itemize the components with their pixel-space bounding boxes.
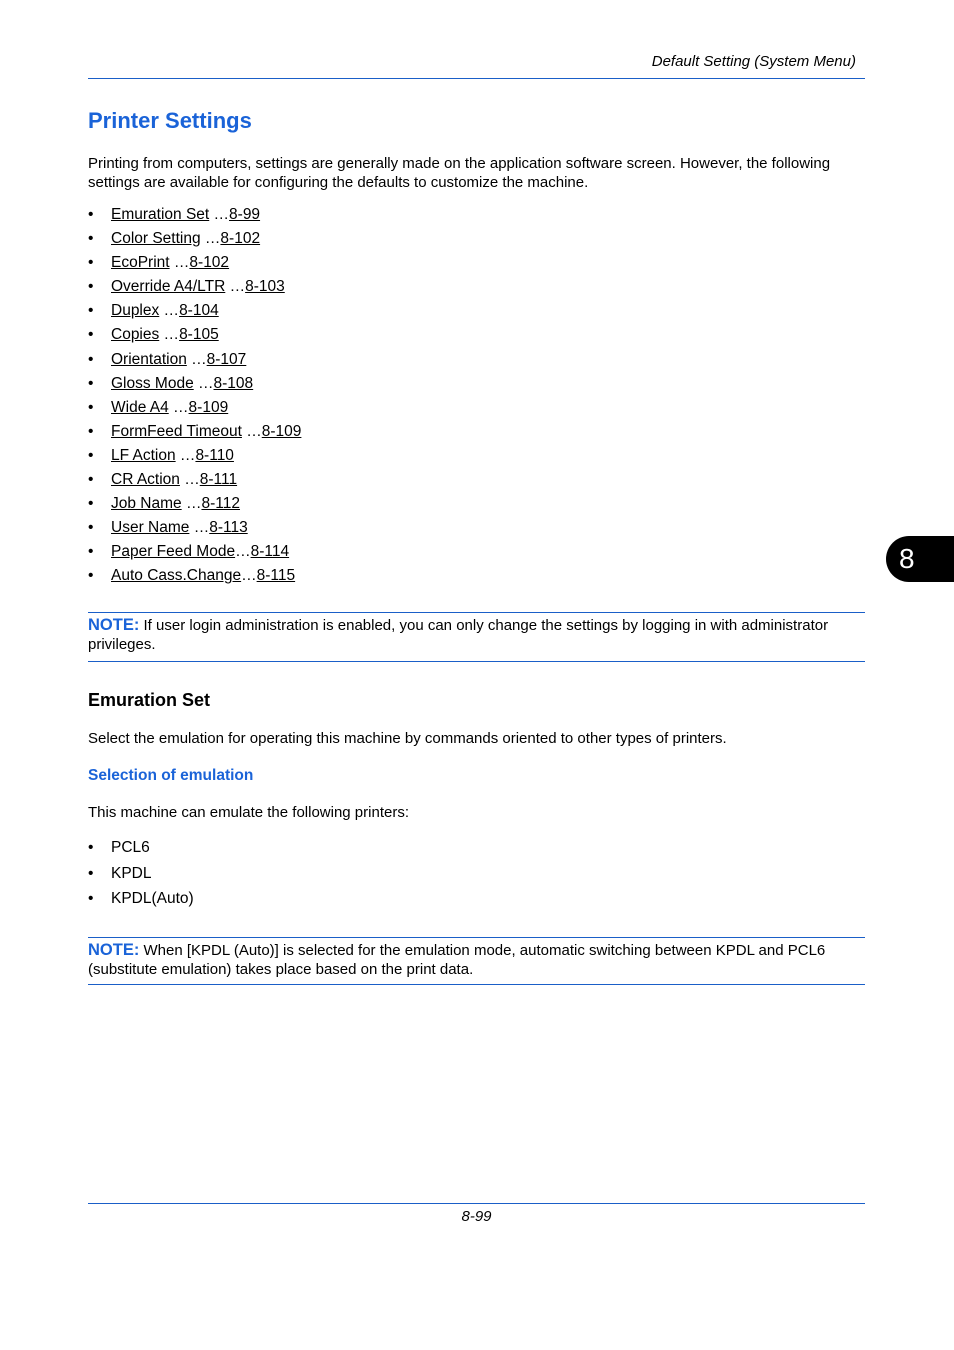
subsection-description: Select the emulation for operating this … [88,730,727,747]
note-label: NOTE: [88,616,140,634]
bullet-icon: • [88,326,94,344]
page-link[interactable]: 8-108 [214,375,254,392]
separator: … [241,422,262,440]
bullet-icon: • [88,206,94,223]
separator: … [179,471,200,489]
separator: … [209,206,230,223]
note-box: NOTE: When [KPDL (Auto)] is selected for… [88,941,848,979]
setting-link[interactable]: Wide A4 [111,399,169,416]
section-title: Printer Settings [88,108,252,133]
setting-link[interactable]: Auto Cass.Change [111,567,241,584]
separator: … [168,398,189,416]
subsection-title: Emuration Set [88,690,211,710]
separator: … [159,302,180,320]
page-link[interactable]: 8-110 [195,447,234,464]
note-text: When [KPDL (Auto)] is selected for the e… [88,942,826,978]
note2-rule-bottom [88,984,865,985]
page-link[interactable]: 8-113 [209,519,248,536]
page-number: 8-99 [461,1208,492,1225]
separator: … [225,278,246,296]
bullet-icon: • [88,567,94,585]
bullet-icon: • [88,519,94,537]
setting-link[interactable]: Color Setting [111,230,201,247]
setting-link[interactable]: Copies [111,326,159,343]
bullet-icon: • [88,890,94,907]
bullet-icon: • [88,422,94,440]
separator: … [159,326,180,344]
note-text: If user login administration is enabled,… [88,617,829,653]
separator: … [235,543,251,561]
separator: … [175,446,196,464]
bullet-icon: • [88,230,94,248]
page-link[interactable]: 8-107 [207,351,247,368]
page-link[interactable]: 8-112 [201,495,240,512]
setting-link[interactable]: Orientation [111,351,187,368]
setting-link[interactable]: CR Action [111,471,180,488]
bullet-icon: • [88,254,94,272]
chapter-tab[interactable]: 8 [886,536,954,582]
page-link[interactable]: 8-104 [179,302,219,319]
note-box: NOTE: If user login administration is en… [88,616,848,654]
bullet-icon: • [88,278,94,296]
printer-name: KPDL(Auto) [111,890,194,907]
separator: … [181,495,202,513]
list-intro: This machine can emulate the following p… [88,804,409,821]
setting-link[interactable]: Gloss Mode [111,375,194,392]
bullet-icon: • [88,374,94,392]
page-link[interactable]: 8-109 [189,399,229,416]
page-link[interactable]: 8-114 [251,543,290,560]
intro-paragraph: Printing from computers, settings are ge… [88,155,831,191]
setting-link[interactable]: Override A4/LTR [111,278,225,295]
page-link[interactable]: 8-109 [262,423,302,440]
printer-name: KPDL [111,864,152,882]
page-link[interactable]: 8-103 [245,278,285,295]
footer-rule [88,1203,865,1204]
separator: … [189,519,210,537]
page-link[interactable]: 8-99 [229,206,260,223]
bullet-icon: • [88,398,94,416]
bullet-icon: • [88,495,94,513]
setting-link[interactable]: FormFeed Timeout [111,423,242,440]
setting-link[interactable]: Emuration Set [111,206,209,223]
chapter-number: 8 [899,543,915,574]
setting-link[interactable]: EcoPrint [111,254,170,271]
bullet-icon: • [88,350,94,368]
page-link[interactable]: 8-102 [220,230,260,247]
setting-link[interactable]: Paper Feed Mode [111,543,235,560]
header-rule [88,78,865,79]
subheading: Selection of emulation [88,767,254,784]
note-rule-bottom [88,661,865,662]
page-link[interactable]: 8-111 [200,471,237,488]
separator: … [193,374,214,392]
separator: … [241,567,257,585]
bullet-icon: • [88,446,94,464]
bullet-icon: • [88,471,94,489]
note-rule-top [88,612,865,613]
setting-link[interactable]: User Name [111,519,189,536]
printer-name: PCL6 [111,839,150,856]
page-link[interactable]: 8-115 [257,567,296,584]
setting-link[interactable]: LF Action [111,447,176,464]
separator: … [169,254,190,272]
page-link[interactable]: 8-102 [189,254,229,271]
bullet-icon: • [88,864,94,882]
note2-rule-top [88,937,865,938]
setting-link[interactable]: Job Name [111,495,182,512]
bullet-icon: • [88,839,94,856]
note-label: NOTE: [88,941,140,959]
bullet-icon: • [88,543,94,561]
running-header: Default Setting (System Menu) [651,53,856,70]
separator: … [186,350,207,368]
setting-link[interactable]: Duplex [111,302,159,319]
separator: … [200,230,221,248]
bullet-icon: • [88,302,94,320]
page-link[interactable]: 8-105 [179,326,219,343]
